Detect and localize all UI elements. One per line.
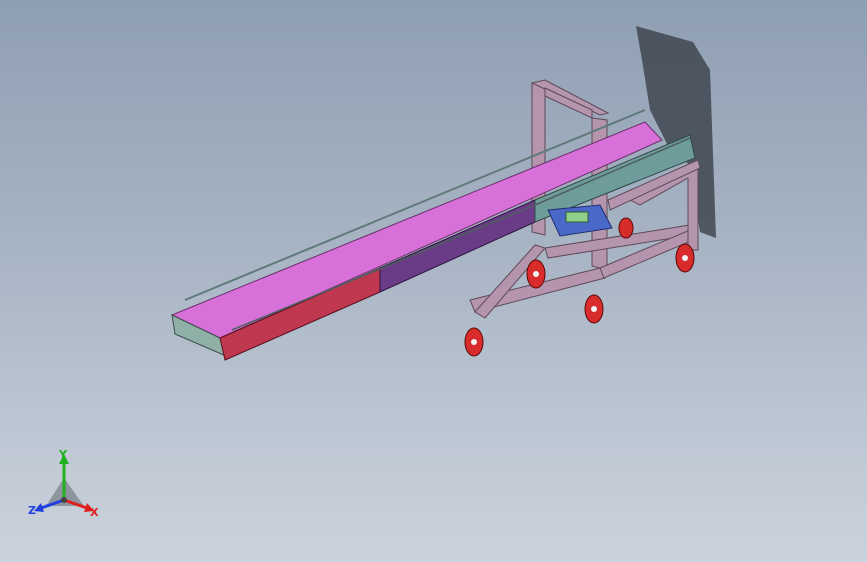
- orientation-triad: Y X Z: [28, 448, 99, 519]
- cad-viewport[interactable]: Y X Z: [0, 0, 867, 562]
- z-axis-label: Z: [28, 504, 36, 517]
- x-axis-label: X: [90, 506, 99, 519]
- conveyor-belt[interactable]: [170, 109, 696, 361]
- y-axis-label: Y: [58, 448, 68, 461]
- conveyor-model[interactable]: [0, 0, 867, 562]
- triad-origin: [61, 497, 67, 503]
